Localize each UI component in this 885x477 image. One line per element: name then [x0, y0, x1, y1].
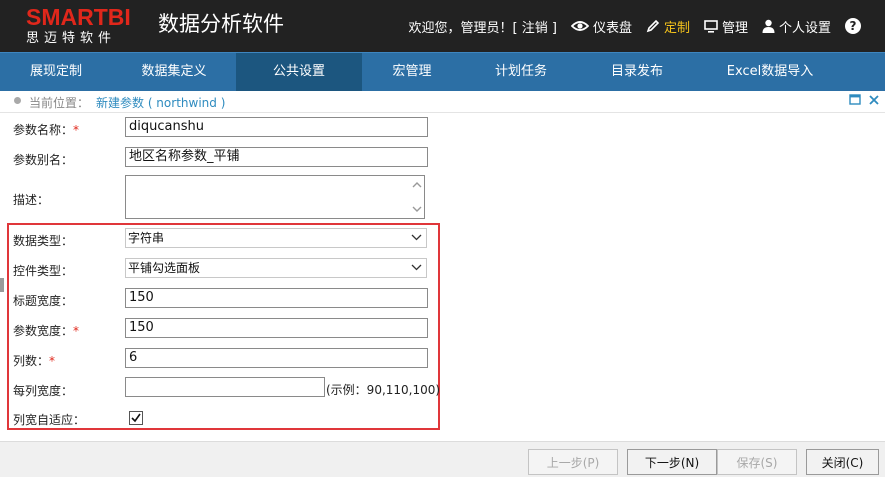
customize-label: 定制: [663, 20, 690, 36]
personal-settings-link[interactable]: 个人设置: [762, 17, 831, 36]
logo: SMARTBI 思迈特软件: [26, 6, 131, 48]
data-type-select[interactable]: 字符串: [125, 228, 427, 248]
title-width-label: 标题宽度：: [13, 294, 74, 308]
save-button[interactable]: 保存(S): [717, 449, 797, 475]
description-label: 描述：: [13, 193, 50, 207]
nav-item-publish[interactable]: 目录发布: [580, 53, 694, 91]
control-type-value: 平铺勾选面板: [128, 261, 201, 275]
customize-link[interactable]: 定制: [646, 17, 690, 36]
monitor-icon: [704, 19, 718, 33]
breadcrumb: 当前位置： 新建参数 ( northwind ): [0, 90, 885, 113]
welcome-text[interactable]: 欢迎您，管理员！[ 注销 ]: [409, 17, 557, 36]
data-type-value: 字符串: [128, 231, 165, 245]
nav-item-excel-import[interactable]: Excel数据导入: [694, 53, 846, 91]
left-splitter[interactable]: [0, 278, 4, 292]
scroll-up-icon[interactable]: [412, 180, 422, 190]
column-width-input[interactable]: [125, 377, 325, 397]
auto-fit-label: 列宽自适应：: [13, 413, 86, 427]
columns-input[interactable]: 6: [125, 348, 428, 368]
nav-item-schedule[interactable]: 计划任务: [462, 53, 580, 91]
dashboard-link[interactable]: 仪表盘: [570, 17, 632, 36]
description-textarea[interactable]: [125, 175, 425, 219]
auto-fit-checkbox[interactable]: [129, 411, 143, 425]
maximize-icon[interactable]: [849, 94, 861, 106]
checkmark-icon: [131, 413, 141, 423]
logo-text: SMARTBI: [26, 4, 131, 30]
breadcrumb-label: 当前位置：: [29, 96, 90, 110]
next-button[interactable]: 下一步(N): [627, 449, 717, 475]
breadcrumb-dot: [14, 97, 21, 104]
control-type-label: 控件类型：: [13, 264, 74, 278]
columns-label: 列数：*: [13, 352, 55, 369]
manage-link[interactable]: 管理: [704, 17, 748, 36]
welcome-label[interactable]: 欢迎您，管理员！[ 注销 ]: [409, 17, 557, 36]
user-icon: [762, 19, 775, 33]
pencil-icon: [646, 19, 660, 33]
breadcrumb-current[interactable]: 新建参数 ( northwind ): [96, 94, 225, 111]
nav-item-macro[interactable]: 宏管理: [362, 53, 462, 91]
param-alias-label: 参数别名：: [13, 153, 74, 167]
app-header: SMARTBI 思迈特软件 数据分析软件 欢迎您，管理员！[ 注销 ] 仪表盘 …: [0, 0, 885, 52]
dashboard-label: 仪表盘: [592, 20, 632, 36]
nav-item-dataset[interactable]: 数据集定义: [112, 53, 236, 91]
param-width-label-text: 参数宽度：: [13, 324, 74, 338]
title-width-input[interactable]: 150: [125, 288, 428, 308]
control-type-select[interactable]: 平铺勾选面板: [125, 258, 427, 278]
chevron-down-icon: [411, 234, 422, 241]
eye-icon: [570, 21, 589, 31]
close-icon[interactable]: [868, 94, 880, 106]
param-alias-input[interactable]: 地区名称参数_平铺: [125, 147, 428, 167]
param-width-input[interactable]: 150: [125, 318, 428, 338]
nav-item-report-design[interactable]: 展现定制: [0, 53, 112, 91]
manage-label: 管理: [721, 20, 748, 36]
header-toolbar: 欢迎您，管理员！[ 注销 ] 仪表盘 定制 管理 个人设置 ?: [409, 0, 885, 52]
logo-subtitle: 思迈特软件: [26, 31, 117, 46]
columns-label-text: 列数：: [13, 354, 50, 368]
personal-settings-label: 个人设置: [778, 20, 831, 36]
required-mark: *: [49, 354, 56, 368]
required-mark: *: [73, 324, 80, 338]
param-width-label: 参数宽度：*: [13, 322, 79, 339]
help-icon[interactable]: ?: [845, 18, 861, 34]
chevron-down-icon: [411, 264, 422, 271]
required-mark: *: [73, 123, 80, 137]
param-name-label: 参数名称：*: [13, 121, 79, 138]
param-name-input[interactable]: diqucanshu: [125, 117, 428, 137]
prev-button[interactable]: 上一步(P): [528, 449, 618, 475]
nav-item-public-settings[interactable]: 公共设置: [236, 53, 362, 91]
column-width-hint: (示例：90,110,100): [326, 383, 441, 397]
main-nav: 展现定制 数据集定义 公共设置 宏管理 计划任务 目录发布 Excel数据导入: [0, 52, 885, 91]
scroll-down-icon[interactable]: [412, 204, 422, 214]
param-name-label-text: 参数名称：: [13, 123, 74, 137]
data-type-label: 数据类型：: [13, 234, 74, 248]
column-width-label: 每列宽度：: [13, 384, 74, 398]
app-title: 数据分析软件: [158, 12, 284, 36]
close-button[interactable]: 关闭(C): [806, 449, 879, 475]
footer-bar: 上一步(P) 下一步(N) 保存(S) 关闭(C): [0, 441, 885, 477]
